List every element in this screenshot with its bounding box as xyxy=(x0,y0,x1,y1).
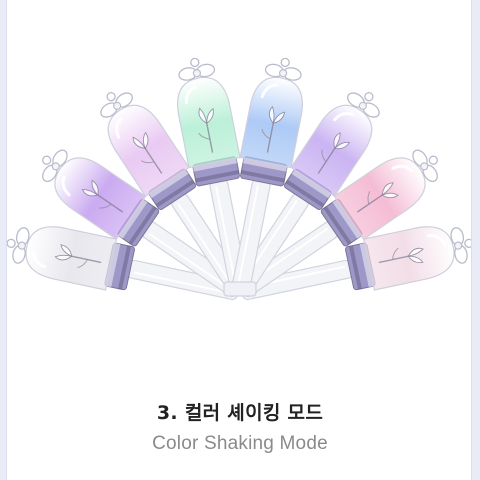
lightstick-fan-image xyxy=(7,57,471,301)
mode-subtitle: Color Shaking Mode xyxy=(152,433,328,454)
content-panel: 3. 컬러 셰이킹 모드 Color Shaking Mode xyxy=(6,0,472,480)
handle-base xyxy=(223,281,257,297)
mode-title: 3. 컬러 셰이킹 모드 xyxy=(156,402,324,424)
